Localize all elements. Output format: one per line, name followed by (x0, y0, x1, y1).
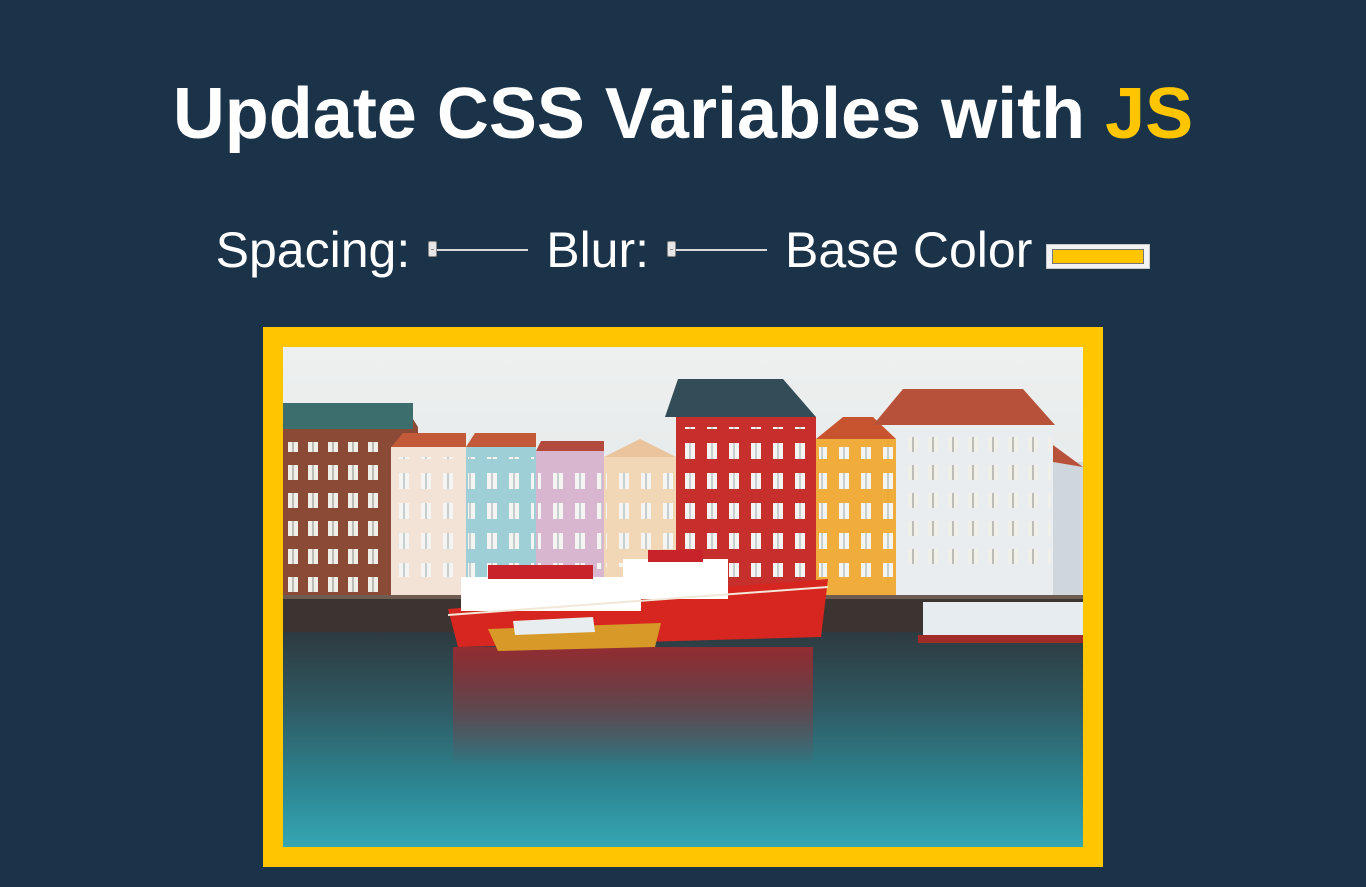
page-title-main: Update CSS Variables with (172, 74, 1086, 154)
controls-bar: Spacing: Blur: Base Color (0, 220, 1366, 280)
blur-label: Blur: (546, 222, 650, 278)
spacing-slider-thumb[interactable] (428, 241, 438, 257)
harbor-photo (283, 347, 1083, 847)
blur-slider[interactable] (667, 240, 768, 260)
spacing-label: Spacing: (215, 222, 411, 278)
base-color-picker[interactable] (1046, 243, 1151, 269)
page-title-highlight: JS (1105, 74, 1194, 154)
blur-slider-thumb[interactable] (667, 241, 677, 257)
base-color-label: Base Color (785, 222, 1033, 278)
white-boat (918, 602, 1083, 643)
spacing-slider[interactable] (428, 240, 529, 260)
photo-frame (263, 327, 1103, 867)
page-title: Update CSS Variables with JS (0, 72, 1366, 156)
base-color-swatch (1052, 248, 1145, 264)
blur-slider-track (667, 249, 768, 251)
spacing-slider-track (428, 249, 529, 251)
